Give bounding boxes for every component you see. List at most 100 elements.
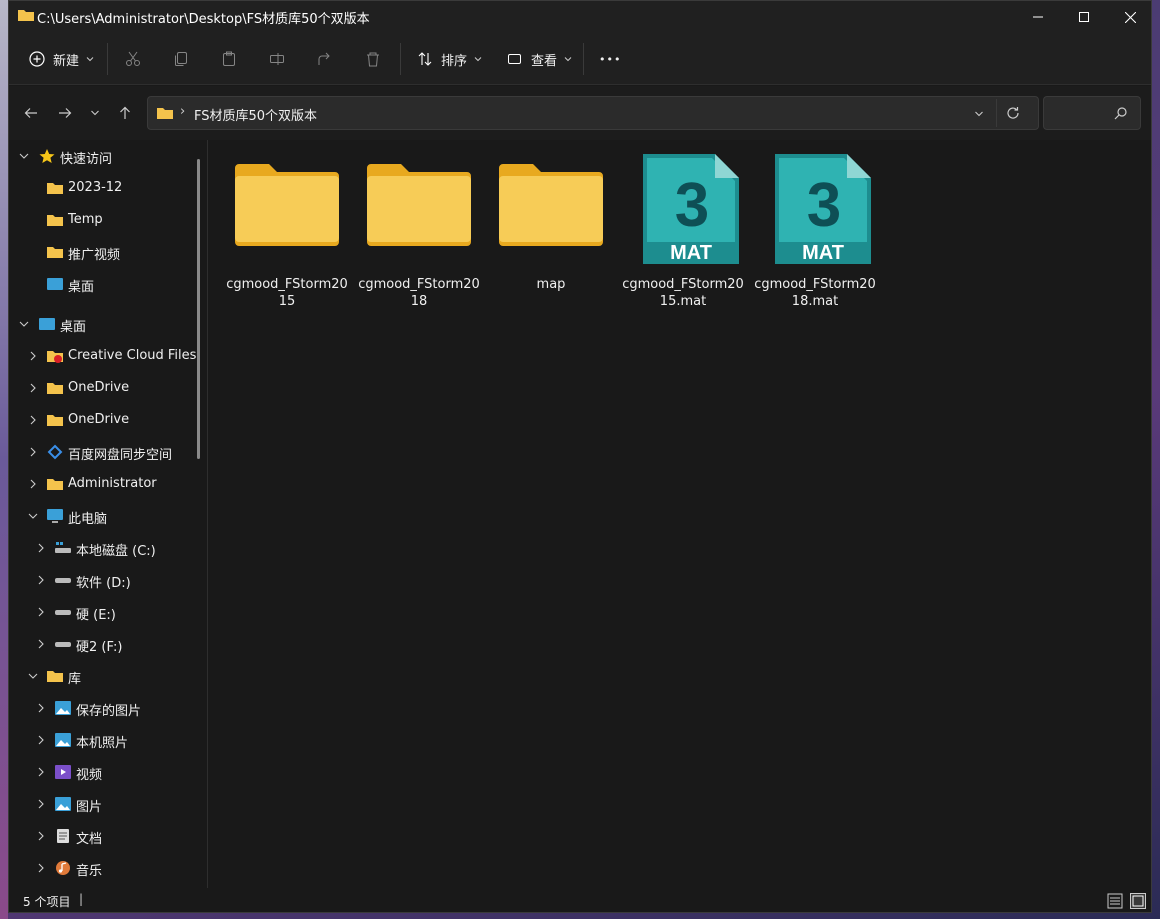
sidebar-item-libraries[interactable]: 库 — [9, 661, 199, 691]
desktop-icon — [47, 278, 63, 290]
sidebar-item-label: 桌面 — [60, 320, 87, 335]
sort-label: 排序 — [441, 53, 468, 69]
file-item-mat[interactable]: 3 MAT cgmood_FStorm2018.mat — [754, 150, 876, 310]
sidebar-item-label: 文档 — [76, 832, 103, 847]
sidebar-item-label: 2023-12 — [68, 180, 123, 195]
sidebar-item-saved-pictures[interactable]: 保存的图片 — [9, 693, 199, 723]
sidebar-item-temp[interactable]: Temp — [9, 205, 199, 235]
large-icons-view-icon[interactable] — [1130, 893, 1146, 909]
copy-button[interactable] — [173, 45, 189, 73]
search-box[interactable] — [1043, 96, 1141, 130]
sidebar-item-desktop[interactable]: 桌面 — [9, 309, 199, 339]
more-options-button[interactable]: ••• — [599, 45, 621, 73]
chevron-right-icon — [38, 863, 44, 873]
sidebar-item-label: 硬2 (F:) — [76, 640, 123, 655]
chevron-down-icon — [86, 57, 94, 62]
file-item-folder[interactable]: cgmood_FStorm2018 — [358, 150, 480, 310]
close-icon — [1124, 11, 1136, 23]
file-name: cgmood_FStorm2018 — [358, 277, 480, 309]
sidebar-item-drive-c[interactable]: 本地磁盘 (C:) — [9, 533, 199, 563]
sidebar-item-2023-12[interactable]: 2023-12 — [9, 173, 199, 203]
drive-icon — [55, 610, 71, 615]
rename-icon — [270, 53, 284, 65]
sidebar-item-videos[interactable]: 视频 — [9, 757, 199, 787]
recent-locations-button[interactable] — [81, 100, 109, 126]
view-button[interactable]: 查看 — [507, 45, 573, 73]
chevron-right-icon — [30, 351, 36, 361]
sidebar-item-pictures[interactable]: 图片 — [9, 789, 199, 819]
sidebar-item-camera-roll[interactable]: 本机照片 — [9, 725, 199, 755]
file-name: map — [536, 277, 566, 292]
sidebar-item-promo-videos[interactable]: 推广视频 — [9, 237, 199, 267]
delete-button[interactable] — [365, 45, 381, 73]
forward-button[interactable] — [51, 100, 79, 126]
sidebar-item-onedrive-1[interactable]: OneDrive — [9, 373, 199, 403]
sidebar-item-drive-d[interactable]: 软件 (D:) — [9, 565, 199, 595]
file-item-folder[interactable]: map — [490, 150, 612, 310]
folder-icon — [47, 479, 63, 490]
toolbar-separator — [583, 43, 584, 75]
sidebar-item-label: 快速访问 — [60, 152, 113, 167]
window-title: C:\Users\Administrator\Desktop\FS材质库50个双… — [37, 12, 370, 27]
close-button[interactable] — [1107, 1, 1151, 33]
back-button[interactable] — [17, 100, 45, 126]
view-label: 查看 — [531, 53, 558, 69]
desktop-background-strip — [0, 0, 8, 919]
chevron-right-icon — [38, 831, 44, 841]
address-bar[interactable]: › FS材质库50个双版本 — [147, 96, 1039, 130]
breadcrumb-current-folder[interactable]: FS材质库50个双版本 — [194, 105, 317, 124]
refresh-icon[interactable] — [1006, 106, 1020, 120]
mat-badge: MAT — [802, 242, 844, 264]
sort-button[interactable]: 排序 — [417, 45, 483, 73]
sidebar-item-label: 硬 (E:) — [76, 608, 116, 623]
documents-icon — [57, 829, 69, 843]
details-view-icon[interactable] — [1107, 893, 1123, 909]
paste-button[interactable] — [221, 45, 237, 73]
sidebar-item-creative-cloud[interactable]: Creative Cloud Files — [9, 341, 199, 371]
chevron-down-icon[interactable] — [974, 109, 984, 119]
sidebar-item-administrator[interactable]: Administrator — [9, 469, 199, 499]
sidebar-item-label: OneDrive — [68, 380, 130, 395]
arrow-left-icon — [24, 108, 37, 118]
chevron-right-icon — [38, 543, 44, 553]
file-item-mat[interactable]: 3 MAT cgmood_FStorm2015.mat — [622, 150, 744, 310]
sidebar-item-baidu-netdisk[interactable]: 百度网盘同步空间 — [9, 437, 199, 467]
folder-icon — [47, 215, 63, 226]
star-icon — [39, 149, 55, 163]
share-button[interactable] — [317, 45, 333, 73]
pictures-icon — [55, 797, 71, 811]
minimize-button[interactable] — [1015, 1, 1061, 33]
sidebar-item-label: 音乐 — [76, 864, 103, 879]
arrow-right-icon — [59, 108, 72, 118]
svg-text:3: 3 — [675, 171, 709, 240]
sidebar-scrollbar[interactable] — [197, 159, 200, 459]
sidebar-item-documents[interactable]: 文档 — [9, 821, 199, 851]
videos-icon — [55, 765, 71, 779]
desktop-icon — [39, 318, 55, 330]
new-button[interactable]: 新建 — [29, 45, 95, 73]
creative-cloud-icon — [47, 351, 63, 363]
sidebar-item-quick-access[interactable]: 快速访问 — [9, 141, 199, 171]
drive-icon — [55, 578, 71, 583]
sidebar-item-desktop-pinned[interactable]: 桌面 — [9, 269, 199, 299]
file-item-folder[interactable]: cgmood_FStorm2015 — [226, 150, 348, 310]
maximize-button[interactable] — [1061, 1, 1107, 33]
rename-button[interactable] — [269, 45, 285, 73]
chevron-right-icon — [30, 447, 36, 457]
chevron-down-icon — [19, 153, 29, 159]
title-bar[interactable]: C:\Users\Administrator\Desktop\FS材质库50个双… — [9, 1, 1151, 33]
library-icon — [47, 671, 63, 682]
up-button[interactable] — [111, 100, 139, 126]
copy-icon — [175, 52, 187, 66]
new-label: 新建 — [53, 53, 80, 69]
sidebar-item-drive-e[interactable]: 硬 (E:) — [9, 597, 199, 627]
sidebar-item-music[interactable]: 音乐 — [9, 853, 199, 883]
chevron-right-icon — [38, 639, 44, 649]
sidebar-item-onedrive-2[interactable]: OneDrive — [9, 405, 199, 435]
sidebar-item-this-pc[interactable]: 此电脑 — [9, 501, 199, 531]
chevron-down-icon — [91, 110, 99, 116]
cut-button[interactable] — [125, 45, 141, 73]
navigation-pane: 快速访问 2023-12 Temp 推广视频 桌面 桌面 Creative Cl… — [9, 140, 207, 888]
sidebar-item-drive-f[interactable]: 硬2 (F:) — [9, 629, 199, 659]
plus-circle-icon — [29, 51, 45, 67]
